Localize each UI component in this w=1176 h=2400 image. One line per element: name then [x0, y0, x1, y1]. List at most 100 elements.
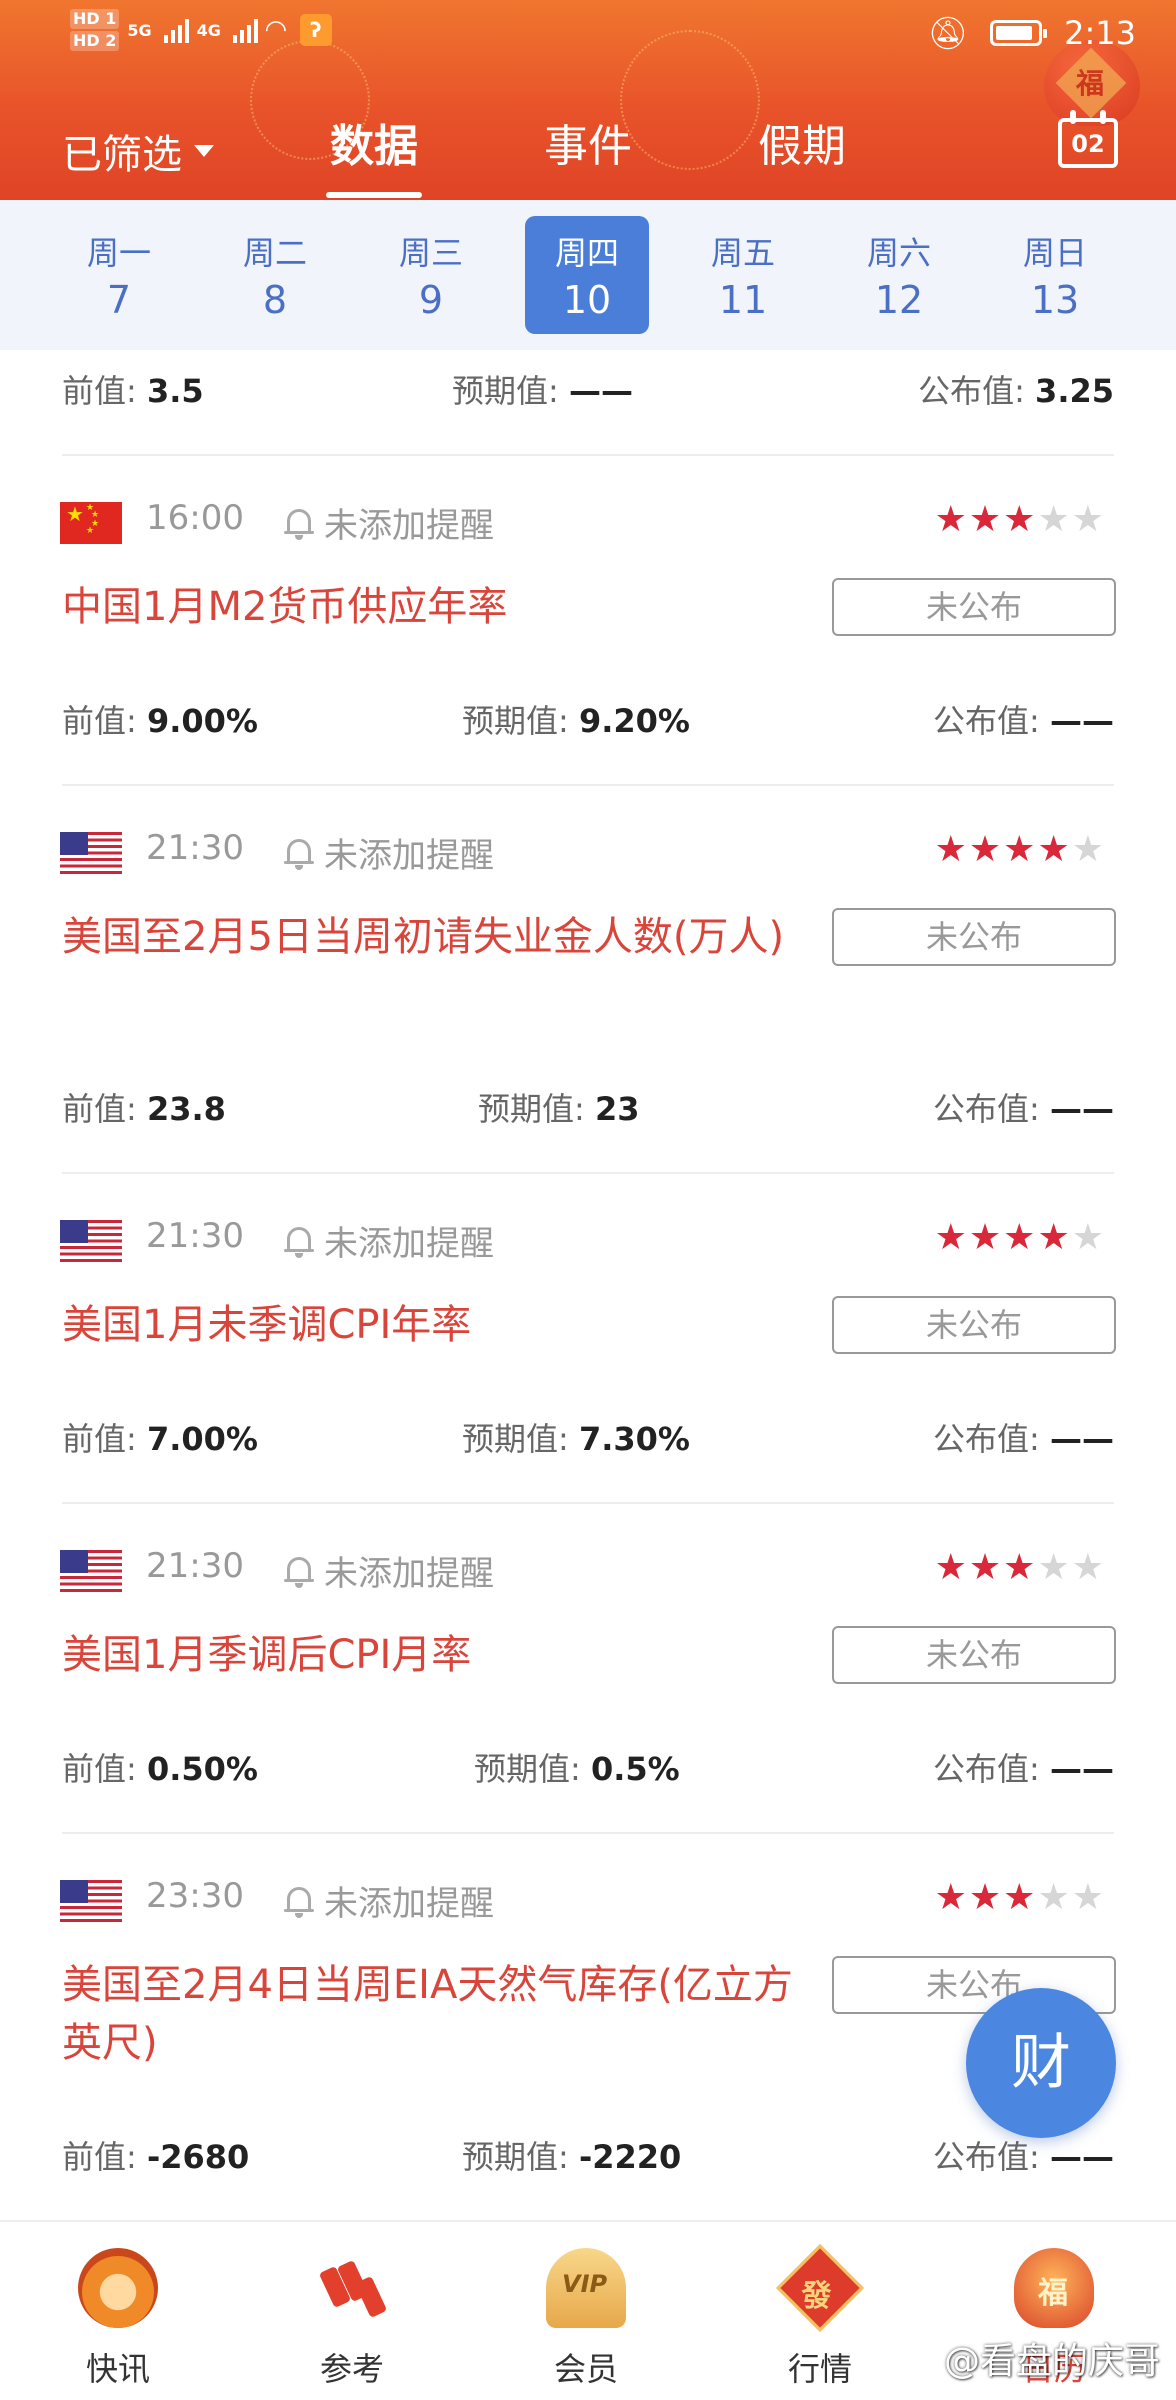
actual-value: 公布值: 3.25 — [918, 366, 1114, 412]
tab-holidays-label: 假期 — [758, 121, 846, 172]
reminder-toggle[interactable]: 未添加提醒 — [284, 1216, 494, 1265]
tab-holidays[interactable]: 假期 — [754, 110, 850, 174]
prev-number: 3.5 — [146, 372, 204, 410]
event-item[interactable]: ★ ★ ★ ★ ★ 16:00 未添加提醒 ★★★★★ 中国1月M2货币供应年率 未公布… — [0, 456, 1176, 784]
forecast-number: —— — [568, 372, 633, 410]
bottom-nav-reference[interactable]: 参考 — [272, 2222, 432, 2400]
forecast-number: -2220 — [578, 2138, 682, 2176]
bottom-nav-news[interactable]: 快讯 — [38, 2222, 198, 2400]
event-values: 前值: -2680 预期值: -2220 公布值: —— — [62, 2132, 1114, 2182]
partial-event-values: 前值: 3.5 预期值: —— 公布值: 3.25 — [62, 366, 1114, 416]
actual-number: 3.25 — [1035, 372, 1114, 410]
actual-value: 公布值: —— — [933, 2132, 1114, 2178]
usa-flag-icon — [60, 1550, 122, 1592]
day-tuesday[interactable]: 周二 8 — [213, 216, 337, 334]
event-values: 前值: 9.00% 预期值: 9.20% 公布值: —— — [62, 696, 1114, 746]
event-item[interactable]: 21:30 未添加提醒 ★★★★★ 美国至2月5日当周初请失业金人数(万人) 未… — [0, 786, 1176, 1172]
bottom-nav-market[interactable]: 發 行情 — [740, 2222, 900, 2400]
day-date: 9 — [418, 278, 444, 322]
vip-text: VIP — [562, 2270, 608, 2298]
calendar-button[interactable]: 02 — [1058, 110, 1118, 170]
day-friday[interactable]: 周五 11 — [681, 216, 805, 334]
prev-value: 前值: 23.8 — [62, 1084, 226, 1130]
prev-number: 0.50% — [146, 1750, 258, 1788]
forecast-value: 预期值: 9.20% — [462, 696, 690, 742]
prev-label: 前值: — [62, 2138, 137, 2176]
prev-label: 前值: — [62, 702, 137, 740]
reminder-toggle[interactable]: 未添加提醒 — [284, 498, 494, 547]
firecracker-icon — [312, 2248, 392, 2328]
actual-label: 公布值: — [933, 1750, 1040, 1788]
day-date: 10 — [562, 278, 612, 322]
actual-number: —— — [1050, 2138, 1114, 2176]
prev-label: 前值: — [62, 1420, 137, 1458]
forecast-label: 预期值: — [452, 372, 559, 410]
actual-value: 公布值: —— — [933, 696, 1114, 742]
day-saturday[interactable]: 周六 12 — [837, 216, 961, 334]
reminder-label: 未添加提醒 — [324, 1884, 494, 1924]
finance-fab-button[interactable]: 财 — [966, 1988, 1116, 2138]
bell-icon — [284, 836, 314, 870]
day-name: 周六 — [866, 234, 931, 272]
network-5g-label: 5G — [127, 20, 152, 40]
unpublished-badge: 未公布 — [832, 1626, 1116, 1684]
day-name: 周一 — [86, 234, 151, 272]
filter-dropdown[interactable]: 已筛选 — [62, 122, 214, 180]
forecast-label: 预期值: — [462, 1420, 569, 1458]
bell-icon — [284, 1224, 314, 1258]
hd-indicator: HD 1 HD 2 — [70, 8, 120, 52]
unpublished-badge: 未公布 — [832, 1296, 1116, 1354]
forecast-label: 预期值: — [478, 1090, 585, 1128]
event-item[interactable]: 21:30 未添加提醒 ★★★★★ 美国1月未季调CPI年率 未公布 前值: 7… — [0, 1174, 1176, 1502]
forecast-number: 23 — [594, 1090, 640, 1128]
forecast-label: 预期值: — [474, 1750, 581, 1788]
day-wednesday[interactable]: 周三 9 — [369, 216, 493, 334]
event-item[interactable]: 21:30 未添加提醒 ★★★★★ 美国1月季调后CPI月率 未公布 前值: 0… — [0, 1504, 1176, 1832]
day-date: 11 — [718, 278, 768, 322]
event-title: 美国1月未季调CPI年率 — [62, 1302, 472, 1348]
day-sunday[interactable]: 周日 13 — [993, 216, 1117, 334]
day-name: 周四 — [554, 234, 619, 272]
day-monday[interactable]: 周一 7 — [57, 216, 181, 334]
event-title: 美国1月季调后CPI月率 — [62, 1632, 472, 1678]
reminder-toggle[interactable]: 未添加提醒 — [284, 828, 494, 877]
top-nav: 已筛选 数据 事件 假期 02 — [0, 100, 1176, 200]
actual-number: —— — [1050, 1090, 1114, 1128]
tab-events[interactable]: 事件 — [540, 110, 636, 174]
reminder-label: 未添加提醒 — [324, 836, 494, 876]
wifi-icon: ◠ — [265, 15, 286, 45]
filter-label: 已筛选 — [62, 132, 182, 178]
prev-value: 前值: 7.00% — [62, 1414, 258, 1460]
reminder-label: 未添加提醒 — [324, 506, 494, 546]
forecast-value: 预期值: 0.5% — [474, 1744, 680, 1790]
reminder-toggle[interactable]: 未添加提醒 — [284, 1876, 494, 1925]
bottom-nav-member[interactable]: VIP 会员 — [506, 2222, 666, 2400]
actual-label: 公布值: — [933, 1420, 1040, 1458]
hd1-label: HD 1 — [70, 9, 120, 29]
battery-icon — [990, 20, 1048, 46]
actual-label: 公布值: — [933, 1090, 1040, 1128]
forecast-value: 预期值: -2220 — [462, 2132, 681, 2178]
fu-text: 福 — [1038, 2276, 1068, 2311]
bell-icon — [284, 1554, 314, 1588]
fab-label: 财 — [1011, 2028, 1071, 2098]
day-date: 13 — [1030, 278, 1080, 322]
reminder-toggle[interactable]: 未添加提醒 — [284, 1546, 494, 1595]
actual-label: 公布值: — [933, 702, 1040, 740]
status-left: HD 1 HD 2 5G 4G ◠ ʔ — [70, 8, 332, 52]
actual-label: 公布值: — [918, 372, 1025, 410]
tiger-icon — [78, 2248, 158, 2328]
usa-flag-icon — [60, 832, 122, 874]
prev-label: 前值: — [62, 1090, 137, 1128]
prev-value: 前值: 0.50% — [62, 1744, 258, 1790]
bottom-nav-label: 快讯 — [85, 2350, 150, 2388]
tab-data[interactable]: 数据 — [326, 110, 422, 198]
active-tab-underline — [326, 192, 422, 198]
mute-bell-icon: 🔕︎ — [927, 14, 969, 52]
calendar-icon: 02 — [1058, 118, 1118, 168]
bottom-nav-label: 会员 — [553, 2350, 618, 2388]
event-title: 美国至2月4日当周EIA天然气库存(亿立方英尺) — [62, 1962, 793, 2066]
day-thursday[interactable]: 周四 10 — [525, 216, 649, 334]
tab-events-label: 事件 — [544, 121, 632, 172]
app-root: 福 HD 1 HD 2 5G 4G ◠ ʔ 🔕︎ 2:13 已筛选 数据 事件 … — [0, 0, 1176, 2400]
